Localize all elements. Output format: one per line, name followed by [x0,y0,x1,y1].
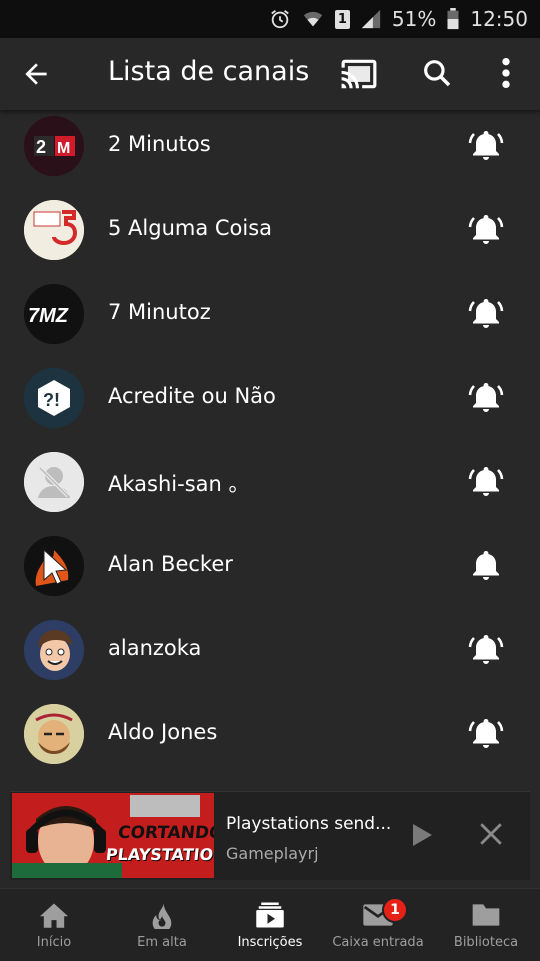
nav-library[interactable]: Biblioteca [432,889,540,961]
channel-name: Akashi-san 。 [108,472,250,496]
bell-all-icon[interactable] [466,632,506,668]
nav-label: Biblioteca [453,935,519,950]
channel-avatar: 7MZ [24,284,84,344]
page-title: Lista de canais [108,56,310,87]
channel-row[interactable]: Aldo Jones [0,692,540,776]
video-title[interactable]: Playstations send... [226,814,391,834]
search-icon[interactable] [421,57,453,89]
channel-row[interactable]: ?! Acredite ou Não [0,356,540,440]
nav-subscriptions[interactable]: Inscrições [216,889,324,961]
channel-name: 5 Alguma Coisa [108,216,273,240]
channel-name: Alan Becker [108,552,233,576]
play-icon[interactable] [410,822,434,848]
nav-label: Inscrições [237,935,303,950]
svg-text:2: 2 [36,137,46,157]
wifi-icon [303,11,323,27]
channel-avatar [24,704,84,764]
signal-icon [361,9,381,29]
back-arrow-icon[interactable] [18,58,54,90]
channel-row[interactable]: Akashi-san 。 [0,440,540,524]
channel-row[interactable]: alanzoka [0,608,540,692]
bell-all-icon[interactable] [466,380,506,416]
bell-all-icon[interactable] [466,464,506,500]
channel-name: Acredite ou Não [108,384,276,408]
video-thumbnail[interactable]: CORTANDO PLAYSTATIONS [12,793,214,878]
channel-row[interactable]: 5 Alguma Coisa [0,188,540,272]
notification-badge: 1 [382,897,408,923]
status-bar: 1 51% 12:50 [0,0,540,38]
app-bar: Lista de canais [0,38,540,110]
svg-text:M: M [57,140,70,157]
cast-icon[interactable] [340,58,378,90]
nav-home[interactable]: Início [0,889,108,961]
channel-list: 2 M 2 Minutos 5 Alguma Coisa 7MZ 7 Minut… [0,104,540,776]
nav-label: Caixa entrada [332,935,424,950]
channel-avatar: ?! [24,368,84,428]
channel-avatar [24,200,84,260]
channel-avatar [24,536,84,596]
bell-all-icon[interactable] [466,212,506,248]
video-channel: Gameplayrj [226,844,319,863]
more-options-icon[interactable] [494,56,518,90]
thumbnail-caption-1: CORTANDO [116,823,214,843]
alarm-icon [271,10,289,29]
thumbnail-caption-2: PLAYSTATIONS [105,845,214,864]
channel-avatar [24,620,84,680]
bell-all-icon[interactable] [466,296,506,332]
channel-avatar: 2 M [24,116,84,176]
channel-avatar [24,452,84,512]
bell-all-icon[interactable] [466,716,506,752]
channel-name: 7 Minutoz [108,300,211,324]
clock: 12:50 [470,7,528,31]
nav-trending[interactable]: Em alta [108,889,216,961]
bell-all-icon[interactable] [466,128,506,164]
home-icon [40,903,68,928]
close-icon[interactable] [478,821,504,847]
battery-percent: 51% [391,7,437,31]
trending-flame-icon [152,902,172,929]
subscriptions-icon [256,902,284,928]
svg-text:7MZ: 7MZ [28,305,69,327]
channel-row[interactable]: 2 M 2 Minutos [0,104,540,188]
channel-name: alanzoka [108,636,202,660]
battery-icon [447,8,459,30]
channel-name: 2 Minutos [108,132,211,156]
nav-label: Em alta [137,935,187,950]
bell-personalized-icon[interactable] [466,548,506,584]
folder-icon [472,904,500,926]
nav-inbox[interactable]: 1 Caixa entrada [324,889,432,961]
channel-name: Aldo Jones [108,720,218,744]
channel-row[interactable]: Alan Becker [0,524,540,608]
nav-label: Início [36,935,72,950]
sim-icon: 1 [334,9,350,29]
channel-row[interactable]: 7MZ 7 Minutoz [0,272,540,356]
bottom-navigation: Início Em alta Inscrições 1 Caixa entrad… [0,888,540,961]
svg-text:?!: ?! [43,390,60,410]
mini-player[interactable]: CORTANDO PLAYSTATIONS Playstations send.… [10,791,530,880]
